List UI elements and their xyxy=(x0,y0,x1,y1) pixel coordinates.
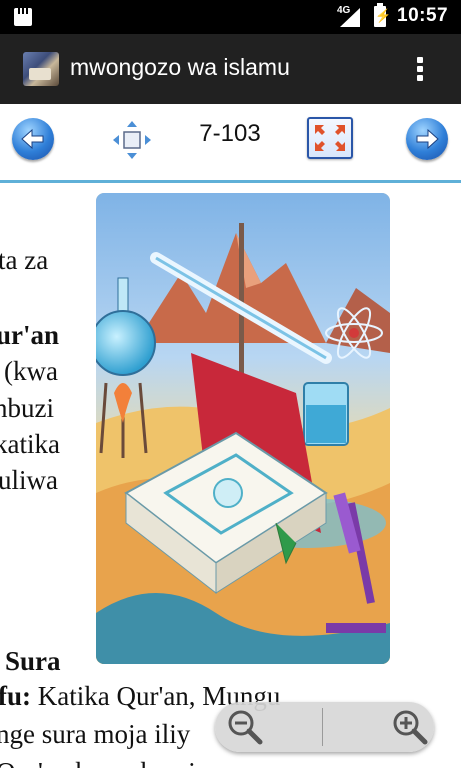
sd-card-icon xyxy=(14,8,32,26)
page-indicator: 7-103 xyxy=(199,120,261,147)
zoom-divider xyxy=(322,708,323,746)
status-bar: 4G 10:57 xyxy=(0,0,461,34)
text-bold: fu: xyxy=(0,681,31,711)
document-page[interactable]: ta za ur'an (kwa nbuzi katika uliwa Sura… xyxy=(0,183,461,768)
book-illustration xyxy=(96,193,390,664)
text-line: uliwa xyxy=(0,465,58,495)
section-heading: Sura xyxy=(5,646,61,676)
app-bar: mwongozo wa islamu xyxy=(0,34,461,104)
text-line: ta za xyxy=(0,245,49,275)
app-logo-icon xyxy=(23,52,59,86)
reader-toolbar: 7-103 xyxy=(0,104,461,183)
zoom-in-icon[interactable] xyxy=(390,707,430,747)
fullscreen-button[interactable] xyxy=(307,117,353,159)
zoom-control xyxy=(215,702,434,752)
text-line: (kwa xyxy=(4,356,58,386)
arrow-left-icon xyxy=(21,128,44,150)
next-page-button[interactable] xyxy=(406,118,448,160)
text-line: katika xyxy=(0,429,60,459)
move-icon[interactable] xyxy=(111,119,153,161)
battery-charging-icon xyxy=(374,3,391,27)
text-line: ur'an xyxy=(0,320,60,350)
text-line: nge sura moja iliy xyxy=(0,719,191,749)
clock: 10:57 xyxy=(397,5,449,26)
app-title: mwongozo wa islamu xyxy=(70,54,290,80)
fullscreen-icon xyxy=(315,125,345,151)
network-type: 4G xyxy=(337,5,351,16)
overflow-menu-icon[interactable] xyxy=(410,54,430,84)
zoom-out-icon[interactable] xyxy=(225,707,265,747)
text-line: nbuzi xyxy=(0,393,54,423)
previous-page-button[interactable] xyxy=(12,118,54,160)
arrow-right-icon xyxy=(416,128,439,150)
text-line: Qur'an kama kumi na nne xyxy=(0,757,274,768)
